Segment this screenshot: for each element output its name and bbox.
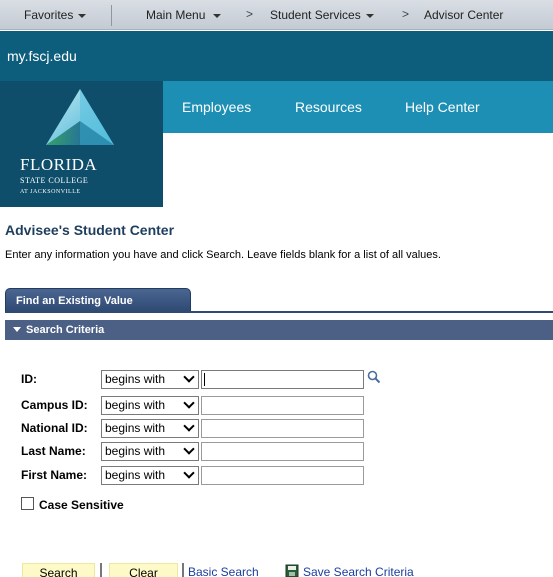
field-label-last-name: Last Name:: [21, 444, 86, 458]
case-sensitive-checkbox[interactable]: [21, 497, 34, 510]
tab-find-existing-value[interactable]: Find an Existing Value: [5, 288, 191, 311]
student-services-menu[interactable]: Student Services: [270, 8, 374, 22]
nav-divider: [111, 5, 112, 26]
operator-value: begins with: [105, 421, 166, 435]
field-label-first-name: First Name:: [21, 468, 88, 482]
chevron-down-icon: [183, 443, 195, 455]
save-icon[interactable]: [285, 564, 299, 577]
operator-value: begins with: [105, 398, 166, 412]
chevron-down-icon: [183, 420, 195, 432]
field-label-national-id: National ID:: [21, 421, 88, 435]
lookup-icon[interactable]: [367, 370, 381, 384]
case-sensitive-label: Case Sensitive: [39, 498, 124, 512]
top-nav: Favorites Main Menu > Student Services >…: [0, 0, 553, 30]
operator-select-national-id[interactable]: begins with: [101, 419, 199, 438]
page-title: Advisee's Student Center: [5, 222, 175, 238]
favorites-label: Favorites: [24, 8, 74, 22]
national-id-input[interactable]: [201, 419, 364, 438]
favorites-menu[interactable]: Favorites: [24, 8, 87, 22]
operator-value: begins with: [105, 444, 166, 458]
collapse-triangle-icon: [13, 326, 21, 332]
caret-down-icon: [78, 13, 87, 18]
campus-id-input[interactable]: [201, 396, 364, 415]
text-cursor: [204, 373, 205, 386]
main-nav: Employees Resources Help Center: [163, 81, 553, 133]
chevron-down-icon: [183, 371, 195, 383]
first-name-input[interactable]: [201, 466, 364, 485]
operator-select-campus-id[interactable]: begins with: [101, 396, 199, 415]
operator-value: begins with: [105, 468, 166, 482]
save-search-criteria-link[interactable]: Save Search Criteria: [303, 565, 414, 577]
button-divider: [100, 563, 102, 577]
caret-down-icon: [365, 13, 374, 18]
brand-header: FLORIDA STATE COLLEGE AT JACKSONVILLE Em…: [0, 81, 553, 207]
operator-select-last-name[interactable]: begins with: [101, 442, 199, 461]
logo-text-line1: FLORIDA: [20, 155, 98, 174]
domain-bar: my.fscj.edu: [0, 31, 553, 81]
operator-select-first-name[interactable]: begins with: [101, 466, 199, 485]
button-divider: [182, 563, 184, 577]
nav-employees[interactable]: Employees: [182, 99, 251, 115]
operator-select-id[interactable]: begins with: [101, 370, 199, 389]
college-logo[interactable]: FLORIDA STATE COLLEGE AT JACKSONVILLE: [0, 81, 163, 207]
section-label: Search Criteria: [26, 324, 105, 336]
main-menu[interactable]: Main Menu: [146, 8, 222, 22]
page-root: Favorites Main Menu > Student Services >…: [0, 0, 553, 577]
logo-text-line2: STATE COLLEGE: [20, 176, 89, 185]
field-label-id: ID:: [21, 372, 37, 386]
advisor-center-link[interactable]: Advisor Center: [424, 8, 503, 22]
tab-underline: [5, 311, 553, 313]
breadcrumb-separator: >: [246, 7, 254, 21]
instructions-text: Enter any information you have and click…: [5, 249, 441, 261]
basic-search-link[interactable]: Basic Search: [188, 565, 259, 577]
field-label-campus-id: Campus ID:: [21, 398, 88, 412]
id-input[interactable]: [201, 370, 364, 389]
domain-label: my.fscj.edu: [7, 48, 77, 64]
caret-down-icon: [213, 13, 222, 18]
nav-help-center[interactable]: Help Center: [405, 99, 480, 115]
logo-text-line3: AT JACKSONVILLE: [20, 189, 81, 195]
main-menu-label: Main Menu: [146, 8, 206, 22]
chevron-down-icon: [183, 467, 195, 479]
search-criteria-header[interactable]: Search Criteria: [5, 320, 553, 340]
clear-button[interactable]: Clear: [109, 563, 178, 577]
nav-resources[interactable]: Resources: [295, 99, 362, 115]
breadcrumb-separator: >: [402, 7, 410, 21]
search-button[interactable]: Search: [22, 563, 95, 577]
student-services-label: Student Services: [270, 8, 361, 22]
last-name-input[interactable]: [201, 442, 364, 461]
operator-value: begins with: [105, 372, 166, 386]
chevron-down-icon: [183, 397, 195, 409]
